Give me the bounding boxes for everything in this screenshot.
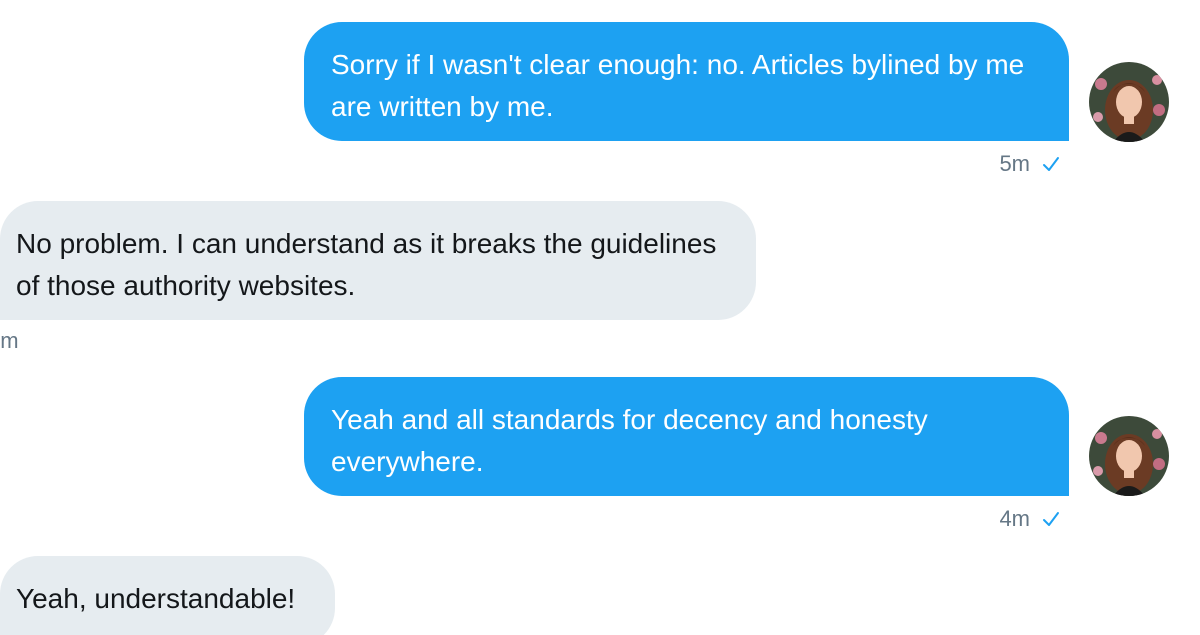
checkmark-icon [1043, 157, 1059, 171]
message-text: Sorry if I wasn't clear enough: no. Arti… [331, 49, 1025, 122]
received-message-bubble[interactable]: Yeah, understandable! [0, 556, 335, 635]
avatar[interactable] [1089, 62, 1169, 142]
message-timestamp: 4m [999, 506, 1030, 531]
sent-message-bubble[interactable]: Sorry if I wasn't clear enough: no. Arti… [304, 22, 1069, 141]
message-text: Yeah, understandable! [16, 583, 296, 614]
message-timestamp: 5m [999, 151, 1030, 176]
message-meta: 5m [999, 151, 1060, 177]
received-message-bubble[interactable]: No problem. I can understand as it break… [0, 201, 756, 320]
avatar[interactable] [1089, 416, 1169, 496]
message-text: No problem. I can understand as it break… [16, 228, 717, 301]
checkmark-icon [1043, 512, 1059, 526]
sent-message-bubble[interactable]: Yeah and all standards for decency and h… [304, 377, 1069, 496]
avatar-image [1089, 62, 1169, 142]
avatar-image [1089, 416, 1169, 496]
conversation-thread: Sorry if I wasn't clear enough: no. Arti… [0, 0, 1200, 635]
message-timestamp: 4m [0, 328, 19, 353]
message-meta: 4m [0, 328, 19, 354]
message-meta: 4m [999, 506, 1060, 532]
message-text: Yeah and all standards for decency and h… [331, 404, 928, 477]
